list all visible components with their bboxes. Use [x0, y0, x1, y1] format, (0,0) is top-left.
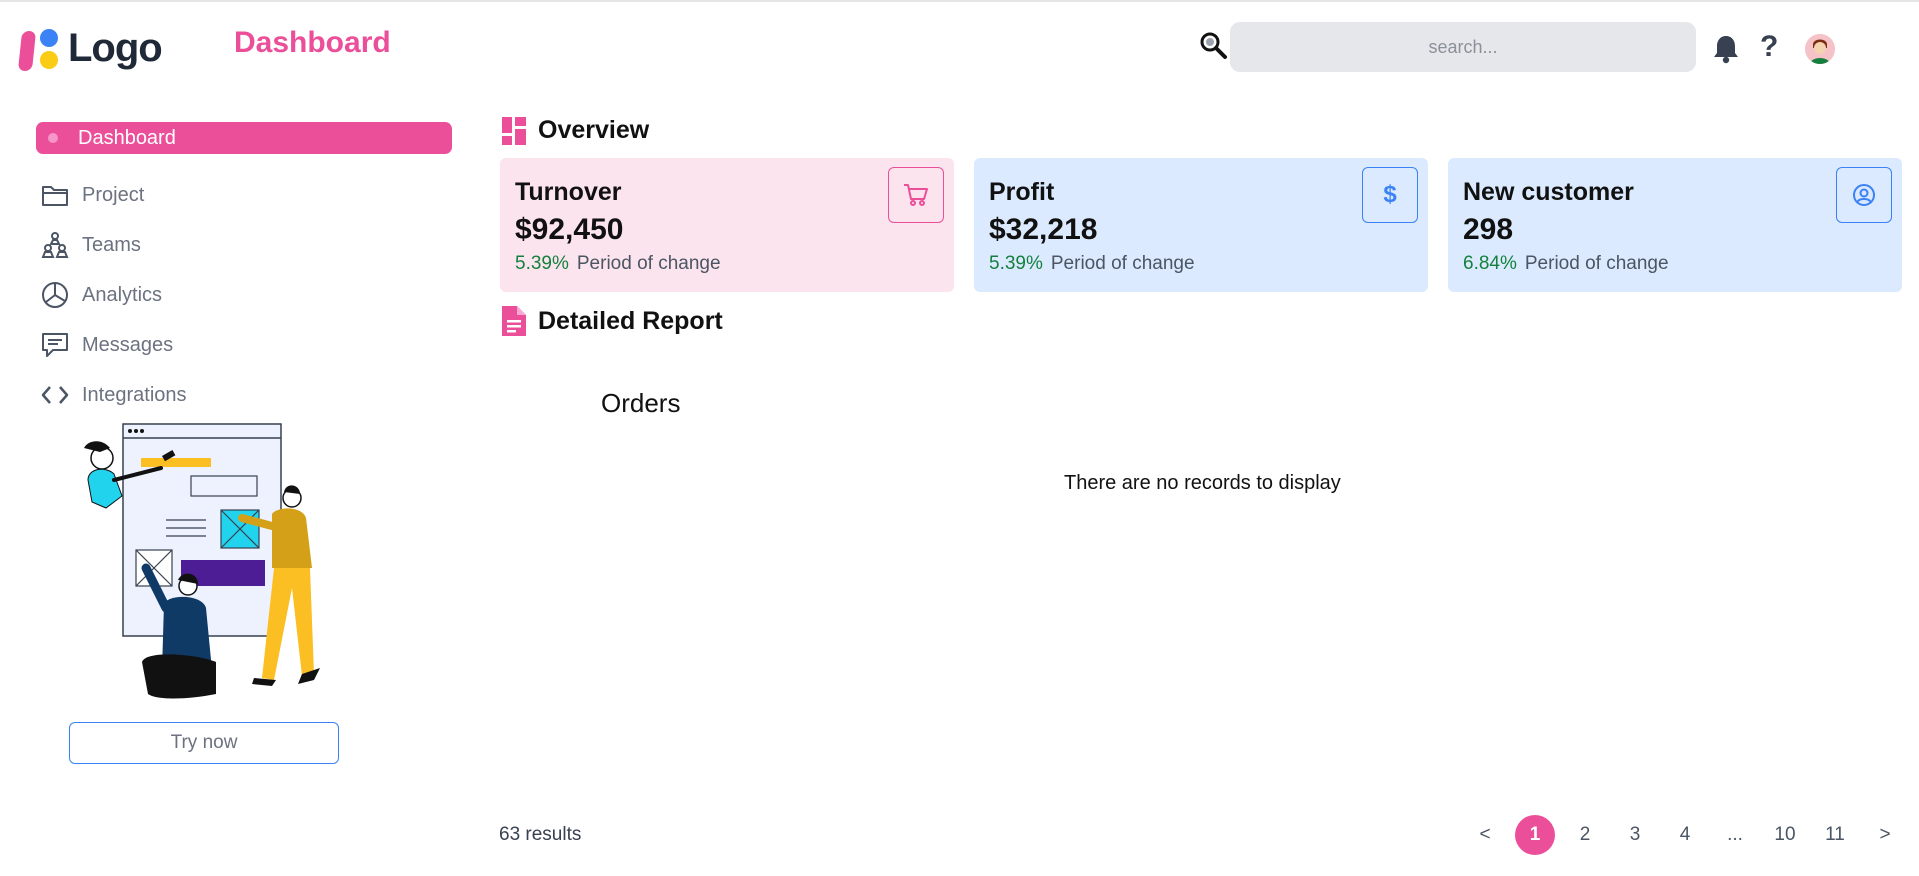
bell-icon[interactable]	[1712, 34, 1740, 64]
dashboard-dot-icon	[48, 133, 58, 143]
sidebar-item-label: Project	[82, 183, 145, 206]
page-4-button[interactable]: 4	[1660, 815, 1710, 855]
dashboard-grid-icon	[502, 116, 526, 145]
empty-state-message: There are no records to display	[1064, 472, 1341, 494]
dollar-button[interactable]: $	[1362, 167, 1418, 223]
pagination: < 1 2 3 4 ... 10 11 >	[1460, 815, 1910, 855]
card-change: 6.84% Period of change	[1463, 253, 1887, 275]
user-circle-icon	[1853, 184, 1875, 206]
cart-icon	[904, 184, 928, 206]
code-icon	[40, 380, 70, 410]
sidebar-item-label: Integrations	[82, 383, 187, 406]
help-icon[interactable]: ?	[1760, 30, 1778, 64]
logo-text: Logo	[68, 26, 163, 70]
logo[interactable]: Logo	[17, 26, 163, 71]
prev-page-button[interactable]: <	[1460, 815, 1510, 855]
sidebar-item-dashboard[interactable]: Dashboard	[36, 122, 452, 154]
card-change: 5.39% Period of change	[515, 253, 939, 275]
sidebar-item-label: Analytics	[82, 283, 163, 306]
dollar-icon: $	[1383, 181, 1397, 208]
card-value: $92,450	[515, 213, 624, 246]
card-value: 298	[1463, 213, 1514, 246]
top-border	[0, 0, 1919, 2]
page-3-button[interactable]: 3	[1610, 815, 1660, 855]
document-icon	[502, 306, 526, 336]
sidebar-item-integrations[interactable]: Integrations	[36, 370, 452, 420]
sidebar-nav: Dashboard Project Teams Analytics Messag…	[36, 120, 452, 420]
folder-icon	[40, 180, 70, 210]
pie-chart-icon	[40, 280, 70, 310]
next-page-button[interactable]: >	[1860, 815, 1910, 855]
page-1-button[interactable]: 1	[1515, 815, 1555, 855]
message-icon	[40, 330, 70, 360]
team-illustration	[84, 423, 320, 699]
profit-card: Profit $32,218 5.39% Period of change $	[974, 158, 1428, 292]
page-10-button[interactable]: 10	[1760, 815, 1810, 855]
sidebar-item-label: Dashboard	[78, 126, 176, 149]
page-2-button[interactable]: 2	[1560, 815, 1610, 855]
orders-table-title: Orders	[601, 388, 681, 418]
card-value: $32,218	[989, 213, 1098, 246]
report-title: Detailed Report	[538, 306, 723, 335]
change-label: Period of change	[1050, 253, 1195, 274]
user-button[interactable]	[1836, 167, 1892, 223]
search-icon[interactable]	[1198, 30, 1228, 60]
change-percent: 6.84%	[1463, 253, 1517, 274]
sidebar-item-analytics[interactable]: Analytics	[36, 270, 452, 320]
avatar[interactable]	[1805, 34, 1835, 64]
report-heading: Detailed Report	[502, 306, 723, 336]
sidebar-item-label: Teams	[82, 233, 141, 256]
sidebar-item-label: Messages	[82, 333, 174, 356]
teams-icon	[40, 230, 70, 260]
try-now-button[interactable]: Try now	[69, 722, 339, 764]
avatar-face-icon	[1805, 34, 1835, 64]
cart-button[interactable]	[888, 167, 944, 223]
turnover-card: Turnover $92,450 5.39% Period of change	[500, 158, 954, 292]
new-customer-card: New customer 298 6.84% Period of change	[1448, 158, 1902, 292]
change-percent: 5.39%	[989, 253, 1043, 274]
sidebar-item-teams[interactable]: Teams	[36, 220, 452, 270]
page-11-button[interactable]: 11	[1810, 815, 1860, 855]
change-label: Period of change	[576, 253, 721, 274]
card-title: New customer	[1463, 178, 1634, 206]
change-label: Period of change	[1524, 253, 1669, 274]
page-title: Dashboard	[234, 26, 391, 59]
card-title: Turnover	[515, 178, 622, 206]
results-count: 63 results	[499, 824, 582, 845]
overview-heading: Overview	[502, 116, 649, 145]
sidebar-item-project[interactable]: Project	[36, 170, 452, 220]
card-change: 5.39% Period of change	[989, 253, 1413, 275]
overview-title: Overview	[538, 116, 650, 144]
logo-mark-icon	[17, 27, 60, 71]
sidebar-item-messages[interactable]: Messages	[36, 320, 452, 370]
card-title: Profit	[989, 178, 1055, 206]
page-ellipsis: ...	[1727, 824, 1743, 845]
change-percent: 5.39%	[515, 253, 569, 274]
search-input[interactable]	[1230, 22, 1696, 72]
